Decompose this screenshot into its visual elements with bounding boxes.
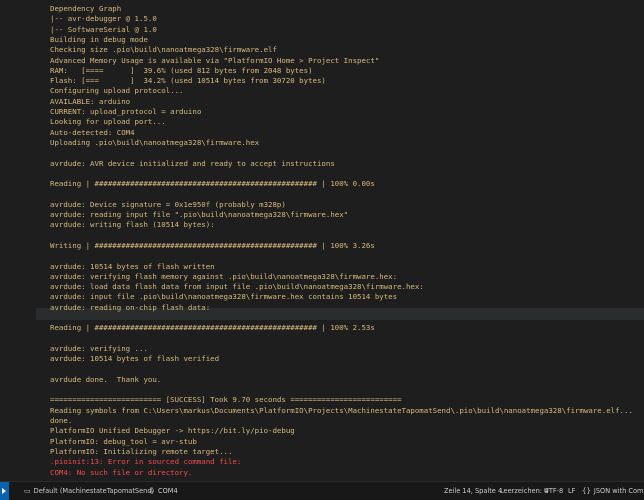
console-line: |-- avr-debugger @ 1.5.0 — [50, 14, 157, 24]
console-line: Checking size .pio\build\nanoatmega328\f… — [50, 45, 277, 55]
status-bar: ▭ Default (MachinestateTapomatSend) ⏚ COM4… — [0, 481, 644, 500]
console-line: Auto-detected: COM4 — [50, 127, 135, 137]
console-line: avrdude: AVR device initialized and read… — [50, 158, 335, 168]
console-line: AVAILABLE: arduino — [50, 96, 131, 106]
console-line: |-- SoftwareSerial @ 1.0 — [50, 24, 157, 34]
console-line: avrdude: input file .pio\build\nanoatmeg… — [50, 292, 398, 302]
console-line: Reading | ##############################… — [50, 179, 375, 189]
console-line: Dependency Graph — [50, 4, 122, 13]
console-line: COM4: No such file or directory. — [50, 467, 193, 477]
console-line: .pioinit:13: Error in sourced command fi… — [50, 457, 242, 467]
console-line: Building in debug mode — [50, 34, 148, 44]
status-port[interactable]: ⏚ COM4 — [148, 482, 178, 500]
console-line: avrdude: verifying ... — [50, 343, 148, 353]
console-line: avrdude: verifying flash memory against … — [50, 271, 398, 281]
console-line: done. — [50, 416, 73, 425]
status-language[interactable]: {}JSON with Commen — [582, 482, 644, 500]
console-line: PlatformIO: debug_tool = avr-stub — [50, 436, 197, 446]
console-line: avrdude: reading input file ".pio\build\… — [50, 210, 349, 219]
console-line: Writing | ##############################… — [50, 240, 375, 250]
plug-icon: ⏚ — [148, 487, 155, 495]
console-line: RAM: [==== ] 39.6% (used 812 bytes from … — [50, 65, 313, 75]
status-eol[interactable]: LF — [568, 482, 575, 500]
braces-icon: {} — [582, 487, 591, 495]
console-line: Reading symbols from C:\Users\markus\Doc… — [50, 405, 633, 415]
status-indentation[interactable]: Leerzeichen: 4 — [500, 482, 548, 500]
console-line: avrdude: writing flash (10514 bytes): — [50, 220, 215, 230]
console-line: Configuring upload protocol... — [50, 86, 184, 96]
debug-console-output[interactable]: Dependency Graph |-- avr-debugger @ 1.5.0… — [0, 0, 644, 482]
folder-icon: ▭ — [24, 487, 31, 495]
console-line: Flash: [=== ] 34.2% (used 10514 bytes fr… — [50, 76, 326, 86]
console-line: Looking for upload port... — [50, 117, 166, 127]
console-line: Uploading .pio\build\nanoatmega328\firmw… — [50, 137, 260, 147]
console-line: CURRENT: upload_protocol = arduino — [50, 107, 202, 116]
console-line: Reading | ##############################… — [50, 323, 375, 333]
remote-indicator-icon[interactable] — [0, 482, 9, 500]
console-line: avrdude: reading on-chip flash data: — [50, 302, 211, 312]
console-line: avrdude: Device signature = 0x1e950f (pr… — [50, 199, 286, 209]
status-project[interactable]: ▭ Default (MachinestateTapomatSend) — [24, 482, 154, 500]
console-line: avrdude done. Thank you. — [50, 374, 162, 384]
console-line: avrdude: 10514 bytes of flash written — [50, 261, 215, 271]
console-line: avrdude: load data flash data from input… — [50, 282, 424, 292]
console-line: PlatformIO Unified Debugger -> https://b… — [50, 426, 295, 436]
console-line: Advanced Memory Usage is available via "… — [50, 55, 380, 65]
console-line: PlatformIO: Initializing remote target..… — [50, 446, 233, 456]
console-line: ========================= [SUCCESS] Took… — [50, 395, 402, 405]
status-encoding[interactable]: UTF-8 — [544, 482, 563, 500]
status-cursor-position[interactable]: Zeile 14, Spalte 4 — [444, 482, 502, 500]
console-line: avrdude: 10514 bytes of flash verified — [50, 354, 220, 364]
